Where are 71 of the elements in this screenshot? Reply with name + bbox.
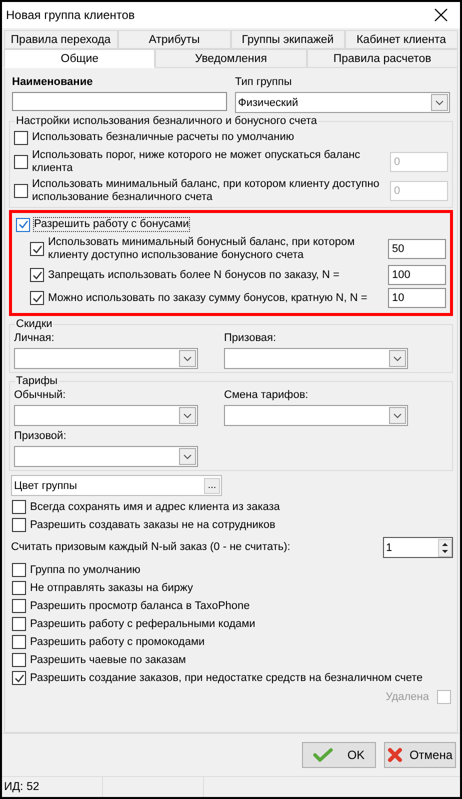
group-title: Тарифы — [15, 375, 59, 387]
checkbox-label: Удалена — [386, 691, 429, 703]
dropdown[interactable] — [224, 405, 408, 426]
number-field[interactable]: 50 — [388, 239, 446, 259]
number-field[interactable]: 100 — [388, 265, 446, 285]
checkbox[interactable] — [12, 518, 26, 532]
check-icon — [313, 747, 334, 763]
field-label: Призовая: — [224, 332, 278, 344]
checkbox-label: Группа по умолчанию — [30, 564, 142, 576]
name-field[interactable] — [12, 92, 227, 111]
checkbox-label: Разрешить работу с бонусами — [34, 218, 189, 231]
checkbox-label: Использовать безналичные расчеты по умолчанию — [32, 131, 296, 144]
group-type-dropdown[interactable]: Физический — [235, 92, 450, 113]
tab[interactable]: Кабинет клиента — [344, 30, 458, 49]
spin-field[interactable]: 1 — [383, 537, 453, 558]
checkbox[interactable] — [12, 671, 26, 685]
group-title: Настройки использования безналичного и бонусного счета — [15, 115, 318, 127]
checkbox-label: Всегда сохранять имя и адрес клиента из заказа — [30, 500, 281, 514]
dropdown[interactable] — [224, 348, 408, 369]
checkbox-label: Разрешить чаевые по заказам — [30, 654, 187, 666]
checkbox[interactable] — [12, 599, 26, 613]
group-title: Скидки — [15, 318, 54, 330]
checkbox[interactable] — [30, 268, 44, 282]
checkbox-label: Разрешить работу с реферальными кодами — [30, 618, 256, 630]
group-color-field[interactable]: Цвет группы ... — [11, 475, 222, 496]
checkbox[interactable] — [12, 653, 26, 667]
field-label: Призовой: — [14, 430, 68, 442]
checkbox-label: Использовать порог, ниже которого не может опускаться баланс клиента — [32, 149, 362, 175]
browse-button[interactable]: ... — [204, 478, 220, 494]
checkbox-label: Использовать минимальный баланс, при котором клиенту доступно использование безналичного счета — [32, 178, 380, 204]
tab[interactable]: Атрибуты — [118, 30, 231, 49]
checkbox-label: Разрешить создавать заказы не на сотрудников — [30, 518, 276, 532]
checkbox-label: Разрешить создание заказов, при недостатке средств на безналичном счете — [30, 672, 424, 684]
field-label: Личная: — [14, 332, 56, 344]
checkbox[interactable] — [12, 635, 26, 649]
window-title: Новая группа клиентов — [6, 8, 135, 22]
tab[interactable]: Уведомления — [155, 49, 307, 68]
dropdown[interactable] — [14, 405, 198, 426]
checkbox[interactable] — [30, 242, 44, 256]
checkbox-label: Использовать минимальный бонусный баланс, при котором клиенту доступно использование бонусного счета — [48, 236, 356, 262]
checkbox-label: Разрешить просмотр баланса в TaxoPhone — [30, 600, 251, 612]
checkbox-label: Не отправлять заказы на биржу — [30, 582, 194, 594]
dropdown[interactable] — [14, 348, 198, 369]
field-label: Считать призовым каждый N-ый заказ (0 - не считать): — [11, 541, 292, 554]
field-label: Наименование — [12, 76, 94, 88]
close-icon[interactable] — [434, 8, 448, 22]
checkbox-label: Запрещать использовать более N бонусов по заказу, N = — [48, 268, 340, 282]
checkbox[interactable] — [30, 291, 44, 305]
checkbox[interactable] — [12, 563, 26, 577]
checkbox[interactable] — [12, 581, 26, 595]
checkbox[interactable] — [12, 617, 26, 631]
checkbox[interactable] — [12, 500, 26, 514]
checkbox[interactable] — [437, 690, 451, 704]
ok-button[interactable]: OK — [302, 742, 376, 768]
field-label: Тип группы — [235, 76, 293, 88]
number-field[interactable]: 10 — [388, 288, 446, 308]
checkbox-label: Разрешить работу с промокодами — [30, 636, 206, 648]
tab[interactable]: Правила расчетов — [306, 49, 458, 68]
tab[interactable]: Группы экипажей — [231, 30, 344, 49]
field-label: Смена тарифов: — [224, 389, 310, 401]
close-icon — [387, 747, 404, 763]
cancel-button[interactable]: Отмена — [384, 742, 456, 768]
tab[interactable]: Правила перехода — [4, 30, 118, 49]
dropdown[interactable] — [14, 446, 198, 467]
field-label: Обычный: — [14, 389, 67, 401]
spinner-arrows-icon[interactable] — [438, 538, 452, 556]
checkbox[interactable] — [16, 218, 30, 232]
tab[interactable]: Общие — [4, 49, 156, 68]
checkbox[interactable] — [14, 130, 28, 144]
checkbox-label: Можно использовать по заказу сумму бонусов, кратную N, N = — [48, 292, 368, 304]
status-text: ИД: 52 — [2, 777, 103, 797]
